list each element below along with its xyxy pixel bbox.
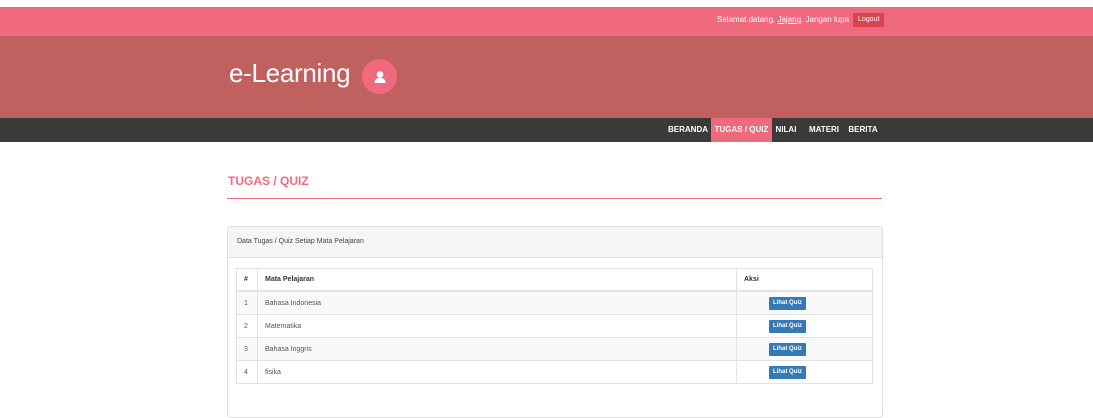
row-number: 4	[236, 360, 258, 384]
table-row: 3 Bahasa Inggris Lihat Quiz	[236, 337, 873, 361]
welcome-prefix: Selamat datang,	[717, 15, 778, 24]
nav-item-materi[interactable]: MATERI	[802, 118, 846, 142]
table-header-row: # Mata Pelajaran Aksi	[236, 268, 873, 292]
row-subject: Bahasa Indonesia	[257, 290, 737, 315]
main-nav: BERANDA TUGAS / QUIZ NILAI MATERI BERITA	[0, 118, 1093, 142]
quiz-panel: Data Tugas / Quiz Setiap Mata Pelajaran …	[227, 226, 883, 418]
row-action-cell: Lihat Quiz	[736, 314, 873, 338]
title-divider	[227, 198, 882, 199]
row-subject: Bahasa Inggris	[257, 337, 737, 361]
row-action-cell: Lihat Quiz	[736, 360, 873, 384]
table-row: 4 fisika Lihat Quiz	[236, 360, 873, 384]
quiz-table: # Mata Pelajaran Aksi 1 Bahasa Indonesia…	[236, 268, 873, 384]
row-action-cell: Lihat Quiz	[736, 337, 873, 361]
welcome-text: Selamat datang, Jajang. Jangan lupa	[717, 15, 849, 24]
page-title: TUGAS / QUIZ	[228, 174, 309, 188]
row-action-cell: Lihat Quiz	[736, 290, 873, 315]
top-bar: Selamat datang, Jajang. Jangan lupa Logo…	[0, 7, 1093, 36]
row-subject: fisika	[257, 360, 737, 384]
lihat-quiz-button[interactable]: Lihat Quiz	[769, 365, 806, 379]
user-avatar[interactable]	[362, 59, 397, 94]
username-link[interactable]: Jajang	[777, 15, 801, 24]
site-brand[interactable]: e-Learning	[229, 58, 351, 89]
table-row: 1 Bahasa Indonesia Lihat Quiz	[236, 290, 873, 315]
lihat-quiz-button[interactable]: Lihat Quiz	[769, 342, 806, 356]
row-number: 3	[236, 337, 258, 361]
column-header-subject: Mata Pelajaran	[257, 268, 737, 292]
lihat-quiz-button[interactable]: Lihat Quiz	[769, 319, 806, 333]
lihat-quiz-button[interactable]: Lihat Quiz	[769, 296, 806, 310]
nav-item-berita[interactable]: BERITA	[845, 118, 881, 142]
user-icon	[374, 70, 385, 83]
site-header: e-Learning	[0, 36, 1093, 118]
row-number: 1	[236, 290, 258, 315]
row-subject: Matematika	[257, 314, 737, 338]
panel-heading: Data Tugas / Quiz Setiap Mata Pelajaran	[228, 227, 882, 258]
table-row: 2 Matematika Lihat Quiz	[236, 314, 873, 338]
logout-button[interactable]: Logout	[853, 13, 885, 27]
column-header-number: #	[236, 268, 258, 292]
nav-item-nilai[interactable]: NILAI	[772, 118, 800, 142]
nav-item-beranda[interactable]: BERANDA	[665, 118, 711, 142]
nav-item-tugas-quiz[interactable]: TUGAS / QUIZ	[711, 118, 772, 142]
row-number: 2	[236, 314, 258, 338]
column-header-action: Aksi	[736, 268, 873, 292]
welcome-suffix: . Jangan lupa	[801, 15, 850, 24]
